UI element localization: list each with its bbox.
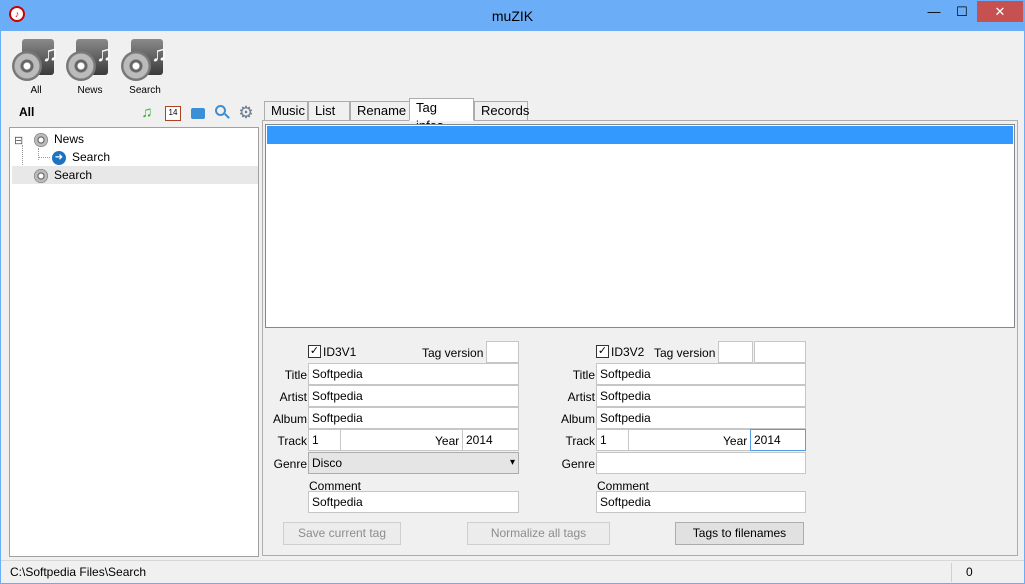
- toolbar-news-label: News: [77, 85, 103, 96]
- close-button[interactable]: ✕: [977, 1, 1023, 22]
- tree-item-label: Search: [54, 168, 93, 182]
- maximize-button[interactable]: ☐: [948, 1, 976, 22]
- id3v1-tag-version-field[interactable]: [486, 341, 519, 363]
- normalize-all-tags-button[interactable]: Normalize all tags: [467, 522, 610, 545]
- id3v1-title-label: Title: [284, 368, 307, 382]
- arrow-icon: ➜: [52, 150, 66, 165]
- id3v1-genre-label: Genre: [273, 457, 307, 471]
- folder-tree[interactable]: ⊟ News ➜ Search Search: [9, 127, 259, 557]
- id3v1-year-label: Year: [435, 434, 460, 448]
- folder-icon[interactable]: [189, 104, 207, 122]
- id3v2-track-label: Track: [565, 434, 595, 448]
- id3v1-genre-value: Disco: [312, 456, 343, 470]
- title-bar[interactable]: ♪ muZIK — ☐ ✕: [1, 1, 1024, 31]
- id3v1-track-label: Track: [277, 434, 307, 448]
- id3v1-genre-dropdown[interactable]: Disco ▾: [308, 452, 519, 474]
- toolbar-all-label: All: [30, 85, 42, 96]
- disc-icon: [121, 51, 151, 81]
- app-window: ♪ muZIK — ☐ ✕ ♫ All ♫ News ♫ Search All …: [0, 0, 1025, 584]
- calendar-day: 14: [165, 106, 181, 121]
- tab-rename[interactable]: Rename: [350, 101, 410, 121]
- id3v1-album-field[interactable]: Softpedia: [308, 407, 519, 429]
- save-current-tag-button[interactable]: Save current tag: [283, 522, 401, 545]
- id3v2-genre-label: Genre: [561, 457, 595, 471]
- id3v2-genre-field[interactable]: [596, 452, 806, 474]
- id3v2-year-field[interactable]: 2014: [750, 429, 806, 451]
- id3v1-checkbox[interactable]: ✓: [308, 345, 321, 358]
- id3v1-album-label: Album: [272, 412, 307, 426]
- tree-item-news-search[interactable]: ➜ Search: [52, 148, 110, 166]
- id3v2-tag-version-field[interactable]: [718, 341, 753, 363]
- id3v2-artist-field[interactable]: Softpedia: [596, 385, 806, 407]
- id3v1-year-field[interactable]: 2014: [462, 429, 519, 451]
- disc-icon: [34, 168, 48, 183]
- status-path: C:\Softpedia Files\Search: [10, 565, 147, 579]
- tab-list[interactable]: List: [308, 101, 350, 121]
- id3v2-title-field[interactable]: Softpedia: [596, 363, 806, 385]
- id3v1-label: ID3V1: [323, 345, 357, 359]
- music-note-icon[interactable]: ♫: [138, 104, 156, 122]
- tree-item-label: News: [54, 132, 85, 146]
- calendar-icon[interactable]: 14: [164, 104, 182, 122]
- tab-records[interactable]: Records: [474, 101, 529, 121]
- tags-to-filenames-button[interactable]: Tags to filenames: [675, 522, 804, 545]
- tree-item-news[interactable]: News: [34, 130, 84, 148]
- id3v1-title-field[interactable]: Softpedia: [308, 363, 519, 385]
- id3v1-comment-field[interactable]: Softpedia: [308, 491, 519, 513]
- id3v2-comment-field[interactable]: Softpedia: [596, 491, 806, 513]
- id3v2-year-label: Year: [723, 434, 748, 448]
- filter-label: All: [19, 105, 35, 119]
- id3v2-title-label: Title: [572, 368, 595, 382]
- disc-icon: [66, 51, 96, 81]
- search-icon[interactable]: [213, 104, 231, 122]
- window-title: muZIK: [491, 8, 534, 24]
- status-bar: C:\Softpedia Files\Search 0: [1, 560, 1024, 584]
- id3v1-track-field[interactable]: 1: [308, 429, 341, 451]
- id3v2-artist-label: Artist: [567, 390, 595, 404]
- id3v2-track-field[interactable]: 1: [596, 429, 629, 451]
- file-list[interactable]: [265, 124, 1015, 328]
- disc-icon: [34, 132, 48, 147]
- gear-icon[interactable]: ⚙: [237, 104, 255, 122]
- toolbar-all-button[interactable]: ♫ All: [8, 37, 64, 97]
- id3v1-artist-label: Artist: [279, 390, 307, 404]
- toolbar-news-button[interactable]: ♫ News: [62, 37, 118, 97]
- id3v2-album-field[interactable]: Softpedia: [596, 407, 806, 429]
- toolbar-search-button[interactable]: ♫ Search: [117, 37, 173, 97]
- tree-item-label: Search: [72, 150, 111, 164]
- toolbar-search-label: Search: [129, 85, 161, 96]
- id3v2-tag-version-label: Tag version: [654, 346, 716, 360]
- id3v1-artist-field[interactable]: Softpedia: [308, 385, 519, 407]
- id3v2-album-label: Album: [560, 412, 595, 426]
- tab-tag-infos[interactable]: Tag infos: [409, 98, 474, 133]
- id3v2-label: ID3V2: [611, 345, 645, 359]
- id3v2-checkbox[interactable]: ✓: [596, 345, 609, 358]
- tree-item-search[interactable]: Search: [34, 166, 92, 184]
- disc-icon: [12, 51, 42, 81]
- chevron-down-icon: ▾: [509, 457, 515, 468]
- status-count: 0: [966, 565, 973, 579]
- id3v2-tag-version-extra-field[interactable]: [754, 341, 806, 363]
- tab-music[interactable]: Music: [264, 101, 308, 121]
- selected-row[interactable]: [267, 126, 1013, 144]
- id3v1-tag-version-label: Tag version: [422, 346, 484, 360]
- minimize-button[interactable]: —: [920, 1, 948, 22]
